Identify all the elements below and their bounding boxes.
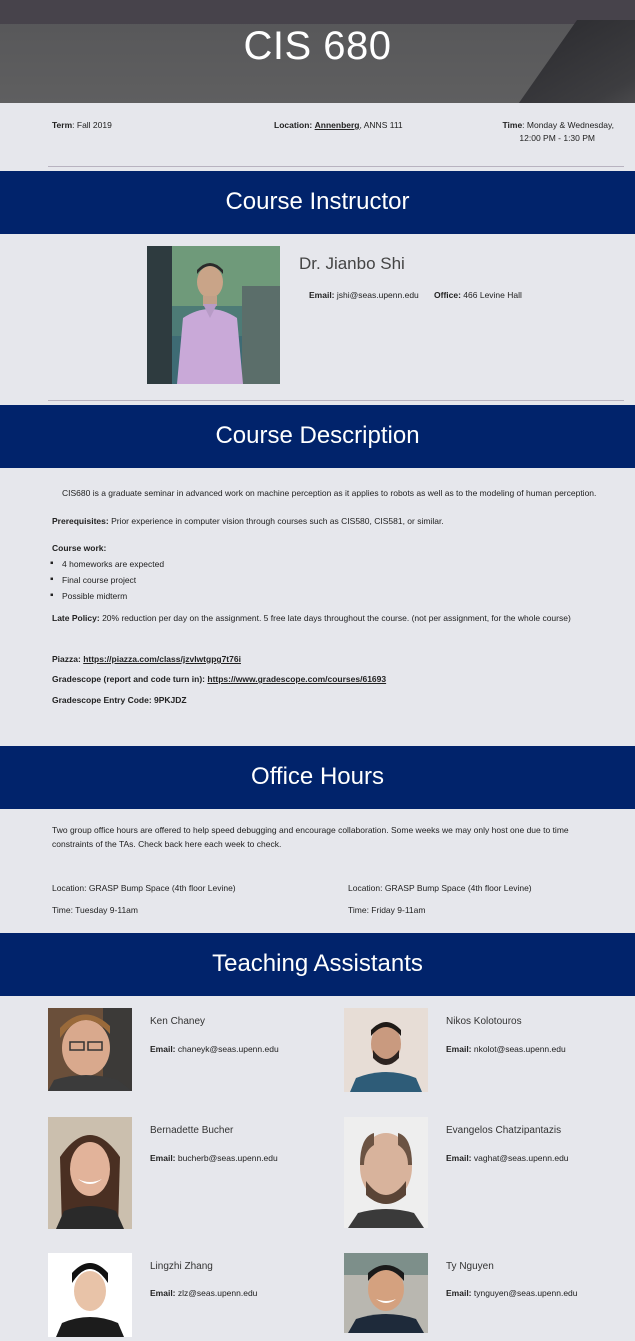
- instructor-photo: [147, 246, 280, 384]
- section-header-teaching-assistants: Teaching Assistants: [0, 933, 635, 996]
- ta-name: Ty Nguyen: [446, 1261, 494, 1272]
- section-header-description: Course Description: [0, 405, 635, 468]
- ta-name: Bernadette Bucher: [150, 1125, 234, 1136]
- time-value-days: : Monday & Wednesday,: [522, 120, 614, 130]
- ta-email: Email: zlz@seas.upenn.edu: [150, 1288, 258, 1298]
- instructor-email-label: Email:: [309, 290, 335, 300]
- gradescope-line: Gradescope (report and code turn in): ht…: [52, 672, 612, 686]
- list-item: Final course project: [50, 574, 136, 585]
- ta-photo: [48, 1008, 132, 1091]
- instructor-office-value: 466 Levine Hall: [463, 290, 522, 300]
- piazza-link[interactable]: https://piazza.com/class/jzvlwtgpg7t76i: [83, 654, 241, 664]
- ta-photo: [48, 1117, 132, 1229]
- course-intro: CIS680 is a graduate seminar in advanced…: [62, 488, 597, 498]
- office-hours-time-2: Time: Friday 9-11am: [348, 905, 426, 915]
- office-hours-location-2: Location: GRASP Bump Space (4th floor Le…: [348, 883, 532, 893]
- term-info: Term: Fall 2019: [52, 119, 112, 132]
- instructor-name: Dr. Jianbo Shi: [299, 254, 405, 273]
- instructor-office: Office: 466 Levine Hall: [434, 290, 522, 300]
- instructor-office-label: Office:: [434, 290, 461, 300]
- section-header-instructor: Course Instructor: [0, 171, 635, 234]
- piazza-label: Piazza:: [52, 654, 84, 664]
- list-item: 4 homeworks are expected: [50, 558, 164, 569]
- location-info: Location: Annenberg, ANNS 111: [274, 119, 403, 132]
- time-value-hours: 12:00 PM - 1:30 PM: [519, 133, 595, 143]
- ta-photo: [344, 1117, 428, 1228]
- coursework-label: Course work:: [52, 543, 107, 553]
- prerequisites-text: Prior experience in computer vision thro…: [108, 516, 444, 526]
- divider: [48, 166, 624, 167]
- prerequisites: Prerequisites: Prior experience in compu…: [52, 514, 612, 528]
- ta-photo: [48, 1253, 132, 1337]
- piazza-line: Piazza: https://piazza.com/class/jzvlwtg…: [52, 652, 612, 666]
- time-info: Time: Monday & Wednesday, 12:00 PM - 1:3…: [502, 119, 614, 145]
- ta-photo: [344, 1253, 428, 1333]
- ta-name: Nikos Kolotouros: [446, 1016, 522, 1027]
- hero-top-bar: [0, 0, 635, 24]
- ta-email: Email: vaghat@seas.upenn.edu: [446, 1153, 569, 1163]
- ta-name: Ken Chaney: [150, 1016, 206, 1027]
- ta-email: Email: nkolot@seas.upenn.edu: [446, 1044, 566, 1054]
- location-label: Location:: [274, 120, 313, 130]
- late-policy: Late Policy: 20% reduction per day on th…: [52, 611, 612, 625]
- late-policy-label: Late Policy:: [52, 613, 100, 623]
- ta-email: Email: tynguyen@seas.upenn.edu: [446, 1288, 578, 1298]
- term-value: : Fall 2019: [72, 120, 112, 130]
- instructor-email: Email: jshi@seas.upenn.edu: [309, 290, 419, 300]
- location-link[interactable]: Annenberg: [315, 120, 360, 130]
- time-label: Time: [502, 120, 523, 130]
- instructor-email-value[interactable]: jshi@seas.upenn.edu: [337, 290, 419, 300]
- hero-banner: CIS 680: [0, 0, 635, 103]
- term-label: Term: [52, 120, 73, 130]
- ta-email: Email: chaneyk@seas.upenn.edu: [150, 1044, 279, 1054]
- ta-email: Email: bucherb@seas.upenn.edu: [150, 1153, 278, 1163]
- office-hours-intro: Two group office hours are offered to he…: [52, 825, 569, 849]
- gradescope-entry-code: Gradescope Entry Code: 9PKJDZ: [52, 695, 187, 705]
- location-value: , ANNS 111: [359, 120, 403, 130]
- list-item: Possible midterm: [50, 590, 127, 601]
- gradescope-label: Gradescope (report and code turn in):: [52, 674, 208, 684]
- page-title: CIS 680: [243, 24, 392, 68]
- prerequisites-label: Prerequisites:: [52, 516, 109, 526]
- ta-photo: [344, 1008, 428, 1092]
- office-hours-location-1: Location: GRASP Bump Space (4th floor Le…: [52, 883, 236, 893]
- ta-name: Evangelos Chatzipantazis: [446, 1125, 562, 1136]
- ta-name: Lingzhi Zhang: [150, 1261, 213, 1272]
- office-hours-time-1: Time: Tuesday 9-11am: [52, 905, 138, 915]
- late-policy-text: 20% reduction per day on the assignment.…: [99, 613, 571, 623]
- section-header-office-hours: Office Hours: [0, 746, 635, 809]
- divider: [48, 400, 624, 401]
- gradescope-link[interactable]: https://www.gradescope.com/courses/61693: [207, 674, 386, 684]
